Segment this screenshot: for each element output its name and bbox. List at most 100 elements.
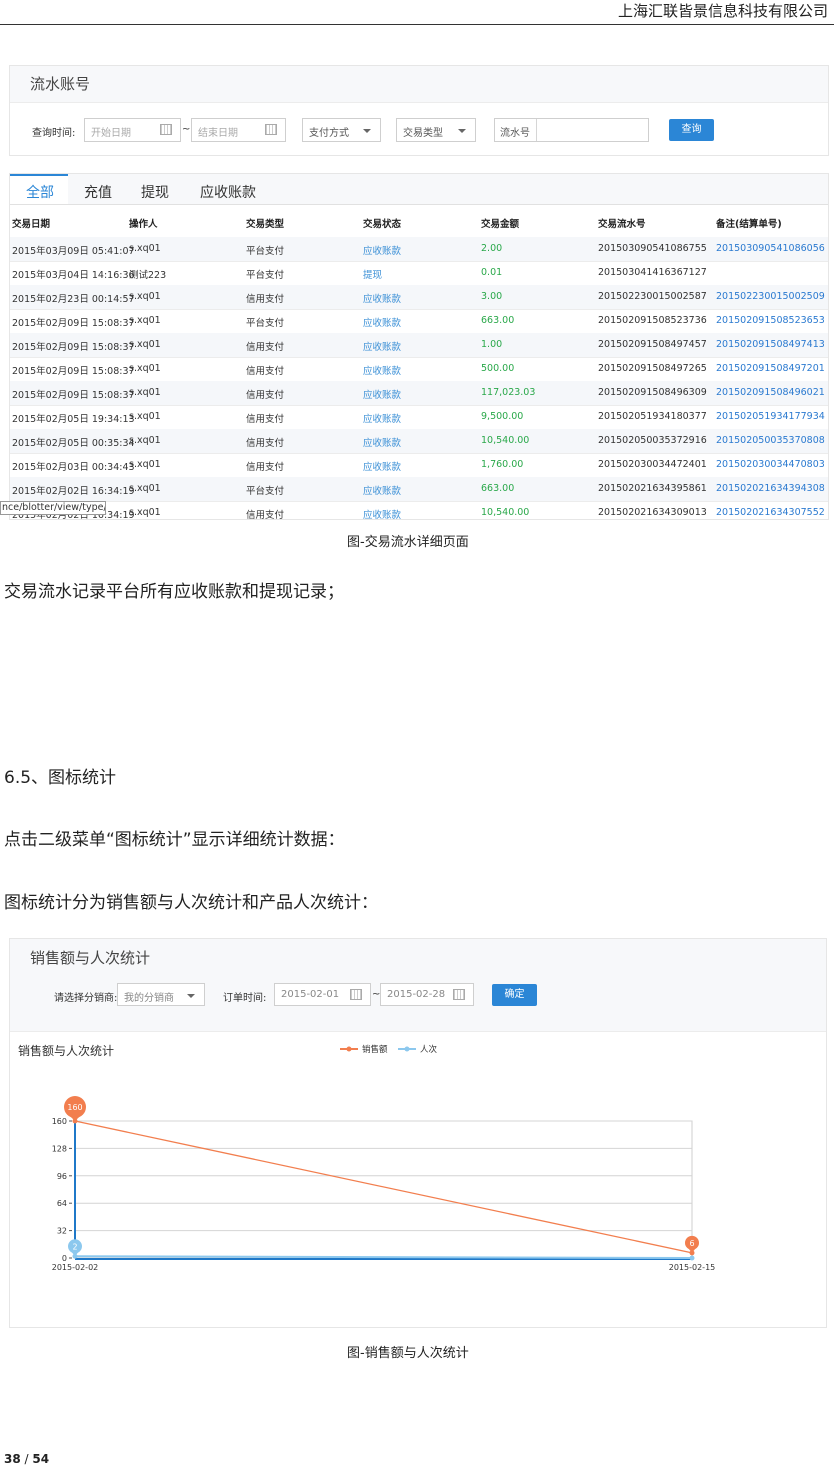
table-row[interactable]: 2015年02月05日 19:34:13 s.xq01 信用支付 应收账款 9,500.… (10, 405, 828, 430)
cell-status[interactable]: 应收账款 (363, 411, 401, 425)
col-status: 交易状态 (363, 219, 402, 230)
table-row[interactable]: 2015年02月09日 15:08:37 s.xq01 信用支付 应收账款 1.00 20… (10, 333, 828, 358)
cell-amount: 3.00 (481, 291, 503, 302)
cell-type: 信用支付 (246, 390, 285, 401)
cell-amount: 0.01 (481, 267, 503, 278)
tab-all[interactable]: 全部 (26, 182, 54, 202)
cell-type: 平台支付 (246, 246, 285, 257)
cell-operator: s.xq01 (129, 411, 161, 422)
cell-remark[interactable]: 201502050035370808 (716, 435, 825, 446)
plot-area (74, 1120, 693, 1259)
cell-remark[interactable]: 201502091508497413 (716, 339, 825, 350)
cell-status[interactable]: 应收账款 (363, 459, 401, 473)
cell-operator: s.xq01 (129, 387, 161, 398)
cell-type: 信用支付 (246, 294, 285, 305)
cell-operator: s.xq01 (129, 507, 161, 518)
cell-remark[interactable]: 201502021634307552 (716, 507, 825, 518)
table-row[interactable]: 2015年02月02日 16:34:19 s.xq01 平台支付 应收账款 663.00… (10, 477, 828, 502)
cell-amount: 2.00 (481, 243, 503, 254)
table-row[interactable]: 2015年02月02日 16:34:19 s.xq01 信用支付 应收账款 10,540… (10, 501, 828, 520)
trade-type-select[interactable]: 交易类型 (396, 118, 476, 142)
table-row[interactable]: 2015年02月03日 00:34:43 s.xq01 信用支付 应收账款 1,760.… (10, 453, 828, 478)
table-row[interactable]: 2015年03月09日 05:41:07 s.xq01 平台支付 应收账款 2.00 20… (10, 237, 828, 262)
chevron-down-icon (458, 129, 466, 133)
cell-status[interactable]: 应收账款 (363, 435, 401, 449)
page-header: 上海汇联皆景信息科技有限公司 (0, 0, 834, 25)
panel-title-bar: 流水账号 (10, 66, 828, 103)
cell-type: 平台支付 (246, 318, 285, 329)
cell-remark[interactable]: 201502091508497201 (716, 363, 825, 374)
order-end-input[interactable]: 2015-02-28 (380, 983, 474, 1006)
cell-date: 2015年03月04日 14:16:36 (12, 270, 135, 281)
company-name: 上海汇联皆景信息科技有限公司 (617, 2, 828, 20)
cell-amount: 10,540.00 (481, 435, 530, 446)
y-tick-label: 96 (57, 1172, 67, 1181)
cell-status[interactable]: 应收账款 (363, 243, 401, 257)
cell-operator: s.xq01 (129, 483, 161, 494)
calendar-icon[interactable] (160, 124, 172, 135)
cell-status[interactable]: 应收账款 (363, 315, 401, 329)
cell-remark[interactable]: 201502051934177934 (716, 411, 825, 422)
cell-status[interactable]: 应收账款 (363, 483, 401, 497)
y-tick-label: 128 (52, 1144, 67, 1153)
cell-operator: s.xq01 (129, 459, 161, 470)
calendar-icon[interactable] (453, 989, 465, 1000)
legend-marker (346, 1046, 352, 1052)
cell-remark[interactable]: 201502091508496021 (716, 387, 825, 398)
tab-recharge[interactable]: 充值 (84, 182, 112, 202)
distributor-select[interactable]: 我的分销商 (117, 983, 205, 1006)
pay-method-select[interactable]: 支付方式 (302, 118, 381, 142)
table-row[interactable]: 2015年02月09日 15:08:37 s.xq01 平台支付 应收账款 663.00… (10, 309, 828, 334)
cell-date: 2015年02月05日 00:35:34 (12, 438, 135, 449)
cell-amount: 117,023.03 (481, 387, 536, 398)
cell-serial: 201502030034472401 (598, 459, 707, 470)
cell-serial: 201502021634395861 (598, 483, 707, 494)
section-heading: 6.5、图标统计 (4, 768, 117, 788)
cell-remark[interactable]: 201502230015002509 (716, 291, 825, 302)
query-panel: 流水账号 查询时间: 开始日期 ~ 结束日期 支付方式 交易类型 流水号 查询 (9, 65, 829, 156)
table-row[interactable]: 2015年02月23日 00:14:57 s.xq01 信用支付 应收账款 3.00 20… (10, 285, 828, 310)
cell-serial: 201502051934180377 (598, 411, 707, 422)
confirm-button[interactable]: 确定 (492, 984, 537, 1006)
figure-caption-2: 图-销售额与人次统计 (347, 1346, 469, 1361)
table-row[interactable]: 2015年02月09日 15:08:37 s.xq01 信用支付 应收账款 117,02… (10, 381, 828, 406)
tab-withdraw[interactable]: 提现 (141, 182, 169, 202)
cell-date: 2015年02月09日 15:08:37 (12, 318, 135, 329)
cell-remark[interactable]: 201502030034470803 (716, 459, 825, 470)
cell-status[interactable]: 应收账款 (363, 363, 401, 377)
cell-type: 信用支付 (246, 438, 285, 449)
cell-date: 2015年02月09日 15:08:37 (12, 390, 135, 401)
chart-title: 销售额与人次统计 (18, 1043, 114, 1058)
cell-status[interactable]: 提现 (363, 267, 382, 281)
chart-grid (74, 1120, 693, 1259)
cell-status[interactable]: 应收账款 (363, 387, 401, 401)
serial-number-field[interactable]: 流水号 (494, 118, 649, 142)
y-tick-label: 160 (52, 1117, 67, 1126)
cell-remark[interactable]: 201502091508523653 (716, 315, 825, 326)
col-amount: 交易金额 (481, 219, 520, 230)
data-label: 6 (689, 1239, 694, 1248)
cell-operator: s.xq01 (129, 339, 161, 350)
cell-type: 信用支付 (246, 510, 285, 520)
col-remark: 备注(结算单号) (716, 219, 782, 230)
cell-type: 平台支付 (246, 486, 285, 497)
legend-label: 销售额 (362, 1044, 388, 1055)
filter-panel: 销售额与人次统计 请选择分销商: 我的分销商 订单时间: 2015-02-01 … (10, 939, 826, 1032)
tab-receivables[interactable]: 应收账款 (200, 182, 256, 202)
table-row[interactable]: 2015年02月05日 00:35:34 s.xq01 信用支付 应收账款 10,540… (10, 429, 828, 454)
table-row[interactable]: 2015年03月04日 14:16:36 测试223 平台支付 提现 0.01 20150… (10, 261, 828, 286)
table-row[interactable]: 2015年02月09日 15:08:37 s.xq01 信用支付 应收账款 500.00… (10, 357, 828, 382)
cell-remark[interactable]: 201502021634394308 (716, 483, 825, 494)
cell-status[interactable]: 应收账款 (363, 291, 401, 305)
start-date-input[interactable]: 开始日期 (84, 118, 181, 142)
calendar-icon[interactable] (265, 124, 277, 135)
cell-remark[interactable]: 201503090541086056 (716, 243, 825, 254)
calendar-icon[interactable] (350, 989, 362, 1000)
cell-date: 2015年02月09日 15:08:37 (12, 366, 135, 377)
cell-status[interactable]: 应收账款 (363, 507, 401, 519)
query-time-label: 查询时间: (32, 128, 76, 139)
search-button[interactable]: 查询 (669, 119, 714, 141)
end-date-input[interactable]: 结束日期 (191, 118, 286, 142)
cell-status[interactable]: 应收账款 (363, 339, 401, 353)
order-start-input[interactable]: 2015-02-01 (274, 983, 371, 1006)
